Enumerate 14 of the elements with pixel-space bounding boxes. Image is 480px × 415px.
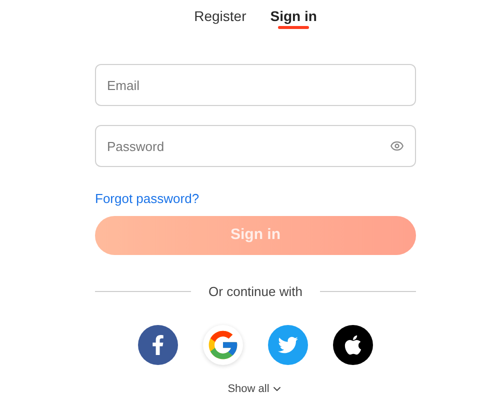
- facebook-button[interactable]: [138, 324, 178, 364]
- tab[interactable]: Register: [192, 4, 248, 28]
- google-button[interactable]: [203, 324, 243, 364]
- apple-button[interactable]: [333, 324, 373, 364]
- tab[interactable]: Sign in: [268, 4, 319, 28]
- bird-icon: [278, 334, 298, 354]
- forgot-password-link[interactable]: Forgot password?: [95, 191, 200, 206]
- apple-logo-icon: [342, 334, 364, 356]
- divider-text: Or continue with: [208, 283, 302, 301]
- email-field[interactable]: Email: [95, 64, 416, 106]
- password-field[interactable]: Password: [95, 125, 416, 167]
- show-all-button[interactable]: Show all: [228, 380, 284, 397]
- show-password-icon[interactable]: [390, 139, 404, 153]
- twitter-button[interactable]: [268, 324, 308, 364]
